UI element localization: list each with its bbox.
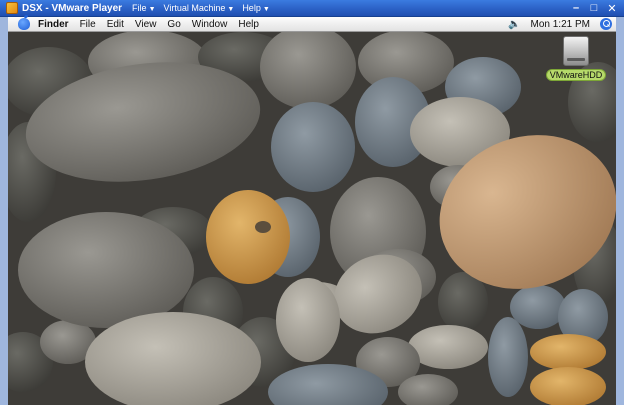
vm-menu-label: File [132, 3, 147, 13]
vm-menu-label: Virtual Machine [163, 3, 226, 13]
chevron-down-icon: ▼ [227, 6, 235, 13]
menu-window[interactable]: Window [192, 19, 228, 30]
vm-menu-virtual-machine[interactable]: Virtual Machine ▼ [164, 3, 235, 13]
desktop: VMwareHDD [8, 32, 616, 405]
close-button[interactable]: ✕ [606, 2, 618, 15]
vmware-app-icon [6, 2, 18, 14]
window-title: DSX - VMware Player [22, 2, 123, 14]
mac-menu-bar: Finder File Edit View Go Window Help 🔈 M… [8, 17, 616, 32]
desktop-icon-vmwarehdd[interactable]: VMwareHDD [545, 36, 607, 81]
desktop-icon-label: VMwareHDD [545, 69, 607, 81]
spotlight-icon[interactable] [600, 18, 612, 30]
hard-drive-icon [563, 36, 589, 66]
menu-extras: 🔈 Mon 1:21 PM [508, 18, 612, 30]
vmware-title-bar: DSX - VMware Player File ▼ Virtual Machin… [0, 0, 624, 17]
menu-view[interactable]: View [135, 19, 157, 30]
speaker-icon[interactable]: 🔈 [508, 19, 520, 30]
menubar-clock[interactable]: Mon 1:21 PM [531, 19, 590, 30]
chevron-down-icon: ▼ [148, 6, 156, 13]
chevron-down-icon: ▼ [262, 6, 270, 13]
menu-help[interactable]: Help [238, 19, 259, 30]
menu-finder[interactable]: Finder [38, 19, 69, 30]
menu-file[interactable]: File [80, 19, 96, 30]
menu-go[interactable]: Go [167, 19, 180, 30]
vm-menu-file[interactable]: File ▼ [132, 3, 155, 13]
vm-menu-help[interactable]: Help ▼ [242, 3, 269, 13]
apple-icon[interactable] [18, 18, 30, 30]
pebble-wallpaper [8, 32, 616, 405]
menu-edit[interactable]: Edit [107, 19, 124, 30]
minimize-button[interactable]: – [570, 2, 582, 15]
vm-menu-label: Help [242, 3, 261, 13]
maximize-button[interactable]: □ [588, 2, 600, 15]
window-controls: – □ ✕ [570, 2, 618, 15]
